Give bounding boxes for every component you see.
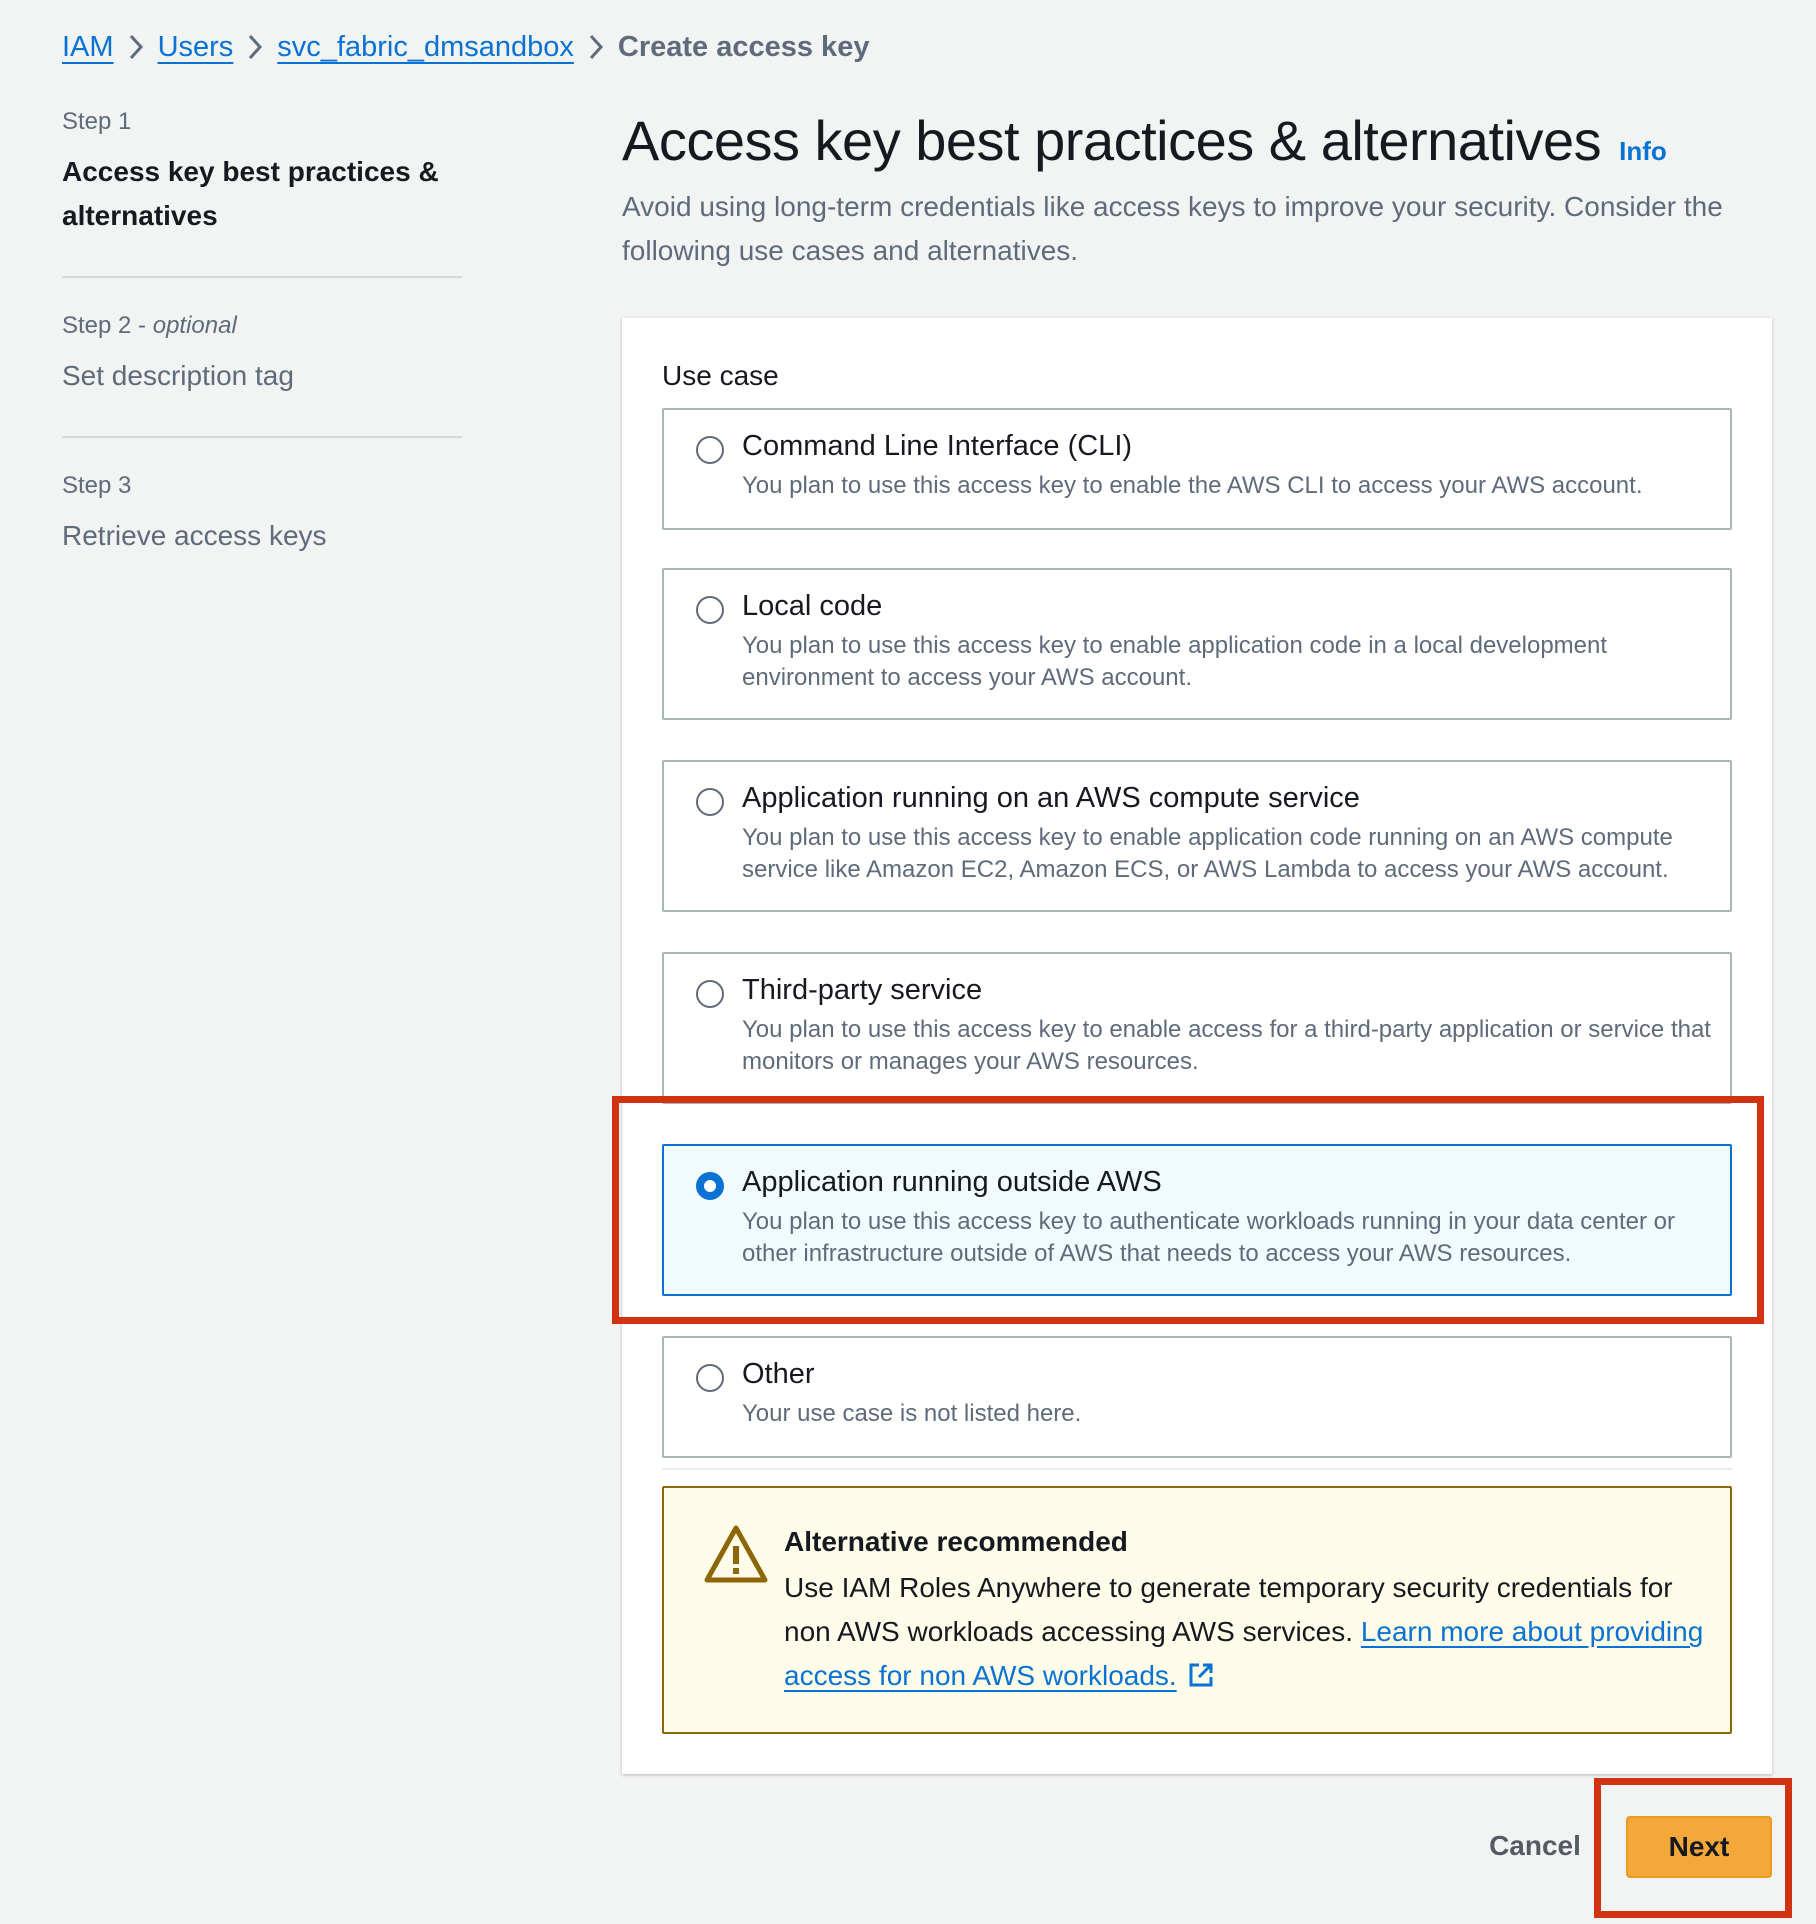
info-link[interactable]: Info bbox=[1619, 136, 1667, 167]
option-description: You plan to use this access key to enabl… bbox=[742, 1016, 1711, 1075]
step-optional-label: optional bbox=[152, 312, 237, 339]
use-case-option-local-code[interactable]: Local code You plan to use this access k… bbox=[662, 568, 1732, 720]
step-number: Step 3 bbox=[62, 472, 132, 499]
step-title[interactable]: Retrieve access keys bbox=[62, 514, 462, 558]
option-title: Application running on an AWS compute se… bbox=[742, 782, 1360, 814]
use-case-option-other[interactable]: Other Your use case is not listed here. bbox=[662, 1336, 1732, 1458]
use-case-option-cli[interactable]: Command Line Interface (CLI) You plan to… bbox=[662, 408, 1732, 530]
radio-button[interactable] bbox=[696, 596, 724, 624]
option-description: Your use case is not listed here. bbox=[742, 1400, 1082, 1427]
radio-button[interactable] bbox=[696, 980, 724, 1008]
divider bbox=[662, 1468, 1732, 1470]
page-description: Avoid using long-term credentials like a… bbox=[622, 191, 1723, 266]
chevron-right-icon bbox=[574, 26, 618, 68]
wizard-steps: Step 1 Access key best practices & alter… bbox=[62, 108, 462, 630]
option-description: You plan to use this access key to enabl… bbox=[742, 824, 1673, 883]
radio-button[interactable] bbox=[696, 788, 724, 816]
step-3: Step 3 Retrieve access keys bbox=[62, 472, 462, 596]
breadcrumb-iam-link[interactable]: IAM bbox=[62, 31, 114, 64]
step-title: Access key best practices & alternatives bbox=[62, 156, 439, 231]
step-number: Step 1 bbox=[62, 108, 132, 135]
chevron-right-icon bbox=[233, 26, 277, 68]
option-description: You plan to use this access key to enabl… bbox=[742, 472, 1643, 499]
breadcrumb-current: Create access key bbox=[617, 30, 870, 63]
option-title: Local code bbox=[742, 590, 883, 622]
radio-button-selected[interactable] bbox=[696, 1172, 724, 1200]
use-case-option-aws-compute[interactable]: Application running on an AWS compute se… bbox=[662, 760, 1732, 912]
step-1: Step 1 Access key best practices & alter… bbox=[62, 108, 462, 278]
use-case-label: Use case bbox=[662, 360, 779, 391]
external-link-icon bbox=[1189, 1663, 1213, 1687]
breadcrumb-users-link[interactable]: Users bbox=[158, 31, 234, 64]
alert-title: Alternative recommended bbox=[784, 1526, 1128, 1557]
page-title-row: Access key best practices & alternatives… bbox=[622, 108, 1772, 173]
alternative-recommended-alert: Alternative recommended Use IAM Roles An… bbox=[662, 1486, 1732, 1734]
page-title: Access key best practices & alternatives bbox=[622, 109, 1602, 172]
use-case-option-outside-aws[interactable]: Application running outside AWS You plan… bbox=[662, 1144, 1732, 1296]
option-title: Other bbox=[742, 1358, 815, 1390]
cancel-button[interactable]: Cancel bbox=[1460, 1816, 1610, 1876]
option-description: You plan to use this access key to enabl… bbox=[742, 632, 1608, 691]
radio-button[interactable] bbox=[696, 1364, 724, 1392]
option-description: You plan to use this access key to authe… bbox=[742, 1208, 1676, 1267]
use-case-panel: Use case Command Line Interface (CLI) Yo… bbox=[622, 318, 1772, 1774]
breadcrumb-user-link[interactable]: svc_fabric_dmsandbox bbox=[277, 31, 574, 64]
step-number: Step 2 - optional bbox=[62, 312, 237, 339]
option-title: Application running outside AWS bbox=[742, 1166, 1162, 1198]
warning-icon bbox=[704, 1525, 768, 1583]
main-header: Access key best practices & alternatives… bbox=[622, 108, 1772, 273]
step-2: Step 2 - optional Set description tag bbox=[62, 312, 462, 438]
option-title: Third-party service bbox=[742, 974, 983, 1006]
option-title: Command Line Interface (CLI) bbox=[742, 430, 1133, 462]
use-case-option-third-party[interactable]: Third-party service You plan to use this… bbox=[662, 952, 1732, 1104]
chevron-right-icon bbox=[114, 26, 158, 68]
alert-body: Use IAM Roles Anywhere to generate tempo… bbox=[784, 1566, 1704, 1698]
radio-button[interactable] bbox=[696, 436, 724, 464]
breadcrumb: IAM Users svc_fabric_dmsandbox Create ac… bbox=[62, 26, 869, 68]
next-button[interactable]: Next bbox=[1626, 1816, 1772, 1878]
step-title[interactable]: Set description tag bbox=[62, 354, 462, 398]
